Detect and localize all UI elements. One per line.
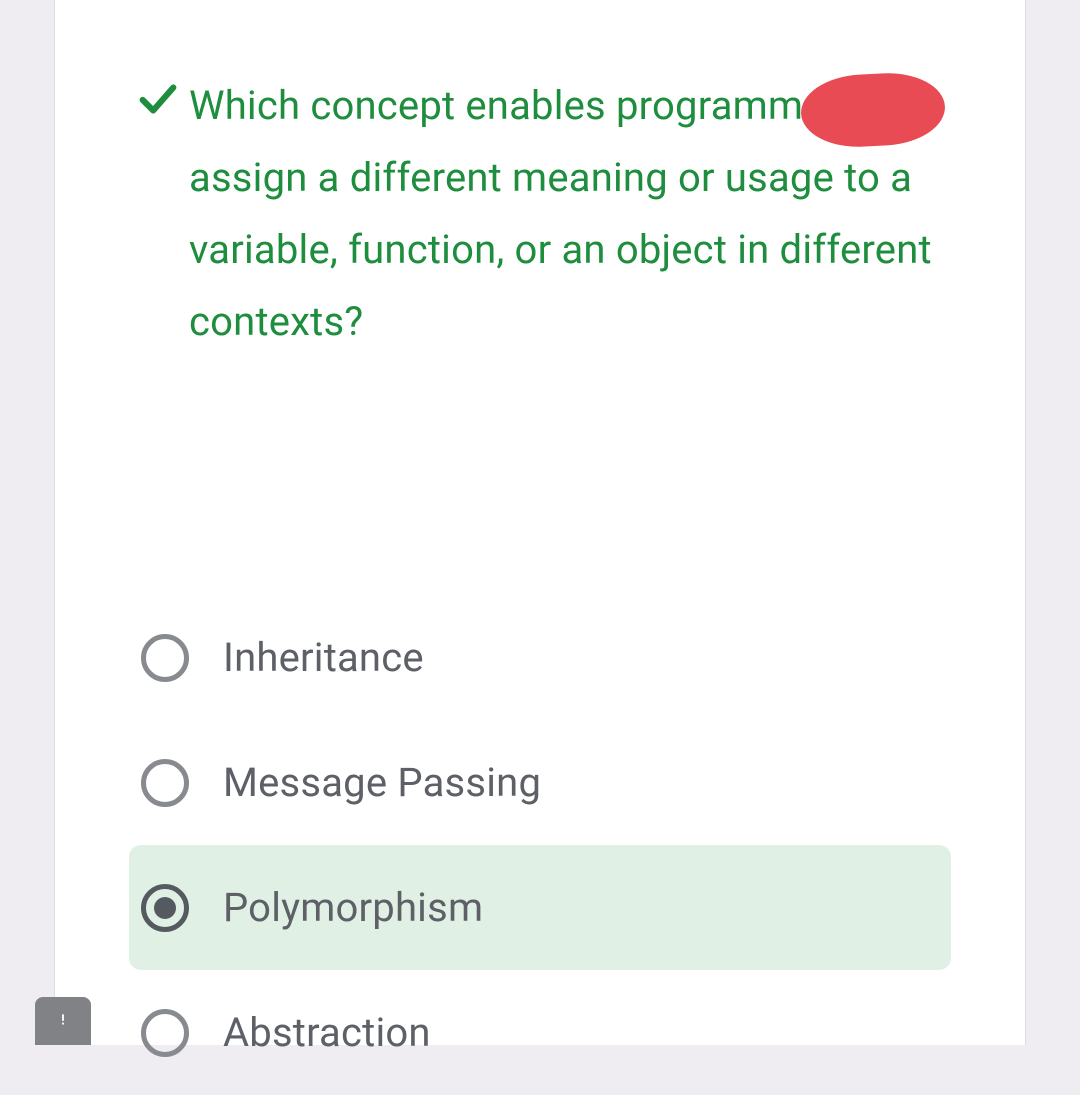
radio-icon (141, 1009, 189, 1057)
option-abstraction[interactable]: Abstraction (129, 970, 951, 1095)
option-label: Abstraction (223, 1009, 431, 1056)
question-card: Which concept enables programmers to ass… (54, 0, 1026, 1045)
report-problem-button[interactable] (35, 997, 91, 1045)
correct-check-icon (135, 70, 189, 122)
radio-icon (141, 884, 189, 932)
option-label: Message Passing (223, 759, 541, 806)
option-inheritance[interactable]: Inheritance (129, 595, 951, 720)
radio-icon (141, 634, 189, 682)
options-list: Inheritance Message Passing Polymorphism… (129, 595, 951, 1095)
option-label: Polymorphism (223, 884, 483, 931)
option-label: Inheritance (223, 634, 424, 681)
exclamation-icon (52, 1008, 74, 1034)
radio-icon (141, 759, 189, 807)
option-polymorphism[interactable]: Polymorphism (129, 845, 951, 970)
option-message-passing[interactable]: Message Passing (129, 720, 951, 845)
